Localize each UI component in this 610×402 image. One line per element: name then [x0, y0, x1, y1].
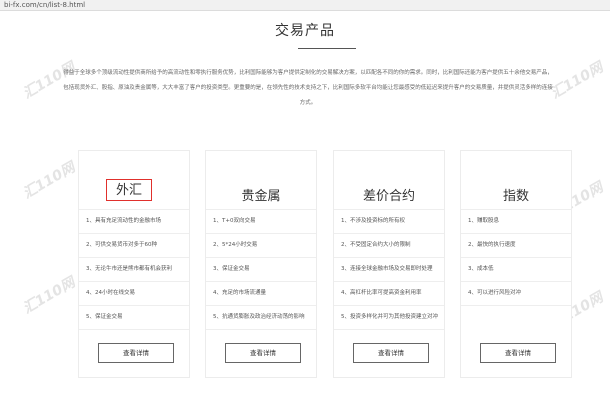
list-item: 2、5*24小时交易: [206, 233, 316, 257]
main-content: 交易产品 得益于全球多个顶级流动性提供商所给予的高流动性和零执行服务优势，比利国…: [0, 0, 610, 402]
list-item: 3、无论牛市还是熊市都有机会获利: [79, 257, 189, 281]
list-item: 3、保证金交易: [206, 257, 316, 281]
list-item: 2、不受固定合约大小的限制: [334, 233, 444, 257]
list-item: 4、充足的市场流通量: [206, 281, 316, 305]
page-title: 交易产品: [275, 23, 335, 39]
title-underline: [298, 48, 356, 49]
card-title: 指数: [502, 189, 529, 204]
list-item: 1、赚取股息: [461, 209, 571, 233]
feature-list: 1、赚取股息 2、最快的执行速度 3、成本低 4、可以进行风险对冲: [461, 209, 571, 306]
card-title: 差价合约: [362, 189, 415, 204]
feature-list: 1、T+0双向交易 2、5*24小时交易 3、保证金交易 4、充足的市场流通量 …: [206, 209, 316, 330]
list-item: 5、抗通货膨胀及政治经济动荡的影响: [206, 305, 316, 330]
list-item: 1、T+0双向交易: [206, 209, 316, 233]
product-card-forex: 外汇 1、具有充足流动性的金融市场 2、可供交易货币对多于60种 3、无论牛市还…: [78, 150, 190, 378]
feature-list: 1、不涉及投资标的所有权 2、不受固定合约大小的限制 3、连接全球金融市场及交易…: [334, 209, 444, 330]
list-item: 2、可供交易货币对多于60种: [79, 233, 189, 257]
list-item: 4、24小时在线交易: [79, 281, 189, 305]
product-card-cfd: 差价合约 1、不涉及投资标的所有权 2、不受固定合约大小的限制 3、连接全球金融…: [333, 150, 445, 378]
list-item: 1、具有充足流动性的金融市场: [79, 209, 189, 233]
list-item: 5、投资多样化并可为其他投资建立对冲: [334, 305, 444, 330]
view-details-button[interactable]: 查看详情: [353, 343, 429, 363]
list-item: 4、高杠杆比率可提高资金利用率: [334, 281, 444, 305]
page-description: 得益于全球多个顶级流动性提供商所给予的高流动性和零执行服务优势，比利国际能够为客…: [63, 70, 553, 106]
card-title: 外汇: [106, 179, 152, 201]
view-details-button[interactable]: 查看详情: [225, 343, 301, 363]
list-item: 2、最快的执行速度: [461, 233, 571, 257]
card-title: 贵金属: [241, 189, 281, 204]
product-card-index: 指数 1、赚取股息 2、最快的执行速度 3、成本低 4、可以进行风险对冲 查看详…: [460, 150, 572, 378]
list-item: 3、连接全球金融市场及交易即时处理: [334, 257, 444, 281]
view-details-button[interactable]: 查看详情: [98, 343, 174, 363]
list-item: 5、保证金交易: [79, 305, 189, 330]
product-card-precious-metals: 贵金属 1、T+0双向交易 2、5*24小时交易 3、保证金交易 4、充足的市场…: [205, 150, 317, 378]
list-item: 1、不涉及投资标的所有权: [334, 209, 444, 233]
feature-list: 1、具有充足流动性的金融市场 2、可供交易货币对多于60种 3、无论牛市还是熊市…: [79, 209, 189, 330]
list-item: 4、可以进行风险对冲: [461, 281, 571, 306]
view-details-button[interactable]: 查看详情: [480, 343, 556, 363]
list-item: 3、成本低: [461, 257, 571, 281]
